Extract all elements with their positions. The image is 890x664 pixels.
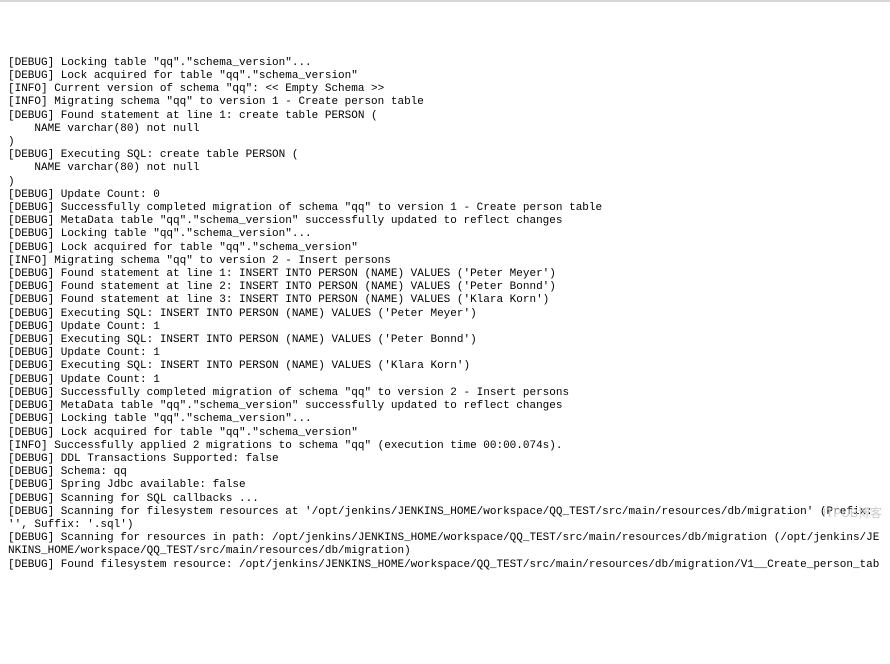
log-line: [DEBUG] MetaData table "qq"."schema_vers… bbox=[8, 215, 882, 228]
log-line: [DEBUG] Scanning for SQL callbacks ... bbox=[8, 493, 882, 506]
log-line: [DEBUG] Lock acquired for table "qq"."sc… bbox=[8, 427, 882, 440]
log-line: ) bbox=[8, 136, 882, 149]
log-line: [DEBUG] Update Count: 1 bbox=[8, 347, 882, 360]
log-line: [DEBUG] Found statement at line 3: INSER… bbox=[8, 294, 882, 307]
log-line: [DEBUG] DDL Transactions Supported: fals… bbox=[8, 453, 882, 466]
log-line: ) bbox=[8, 176, 882, 189]
log-line: [DEBUG] Locking table "qq"."schema_versi… bbox=[8, 57, 882, 70]
log-line: [DEBUG] Spring Jdbc available: false bbox=[8, 479, 882, 492]
log-line: NAME varchar(80) not null bbox=[8, 123, 882, 136]
log-line: [DEBUG] MetaData table "qq"."schema_vers… bbox=[8, 400, 882, 413]
log-line: [DEBUG] Executing SQL: INSERT INTO PERSO… bbox=[8, 360, 882, 373]
log-line: [DEBUG] Successfully completed migration… bbox=[8, 387, 882, 400]
log-output[interactable]: [DEBUG] Locking table "qq"."schema_versi… bbox=[8, 57, 882, 572]
log-line: [INFO] Successfully applied 2 migrations… bbox=[8, 440, 882, 453]
log-line: [DEBUG] Executing SQL: INSERT INTO PERSO… bbox=[8, 308, 882, 321]
log-line: [INFO] Current version of schema "qq": <… bbox=[8, 83, 882, 96]
log-line: [DEBUG] Found statement at line 1: creat… bbox=[8, 110, 882, 123]
log-line: [DEBUG] Successfully completed migration… bbox=[8, 202, 882, 215]
log-line: [DEBUG] Scanning for filesystem resource… bbox=[8, 506, 882, 532]
log-line: [DEBUG] Locking table "qq"."schema_versi… bbox=[8, 413, 882, 426]
log-line: [DEBUG] Lock acquired for table "qq"."sc… bbox=[8, 242, 882, 255]
log-line: [DEBUG] Update Count: 0 bbox=[8, 189, 882, 202]
log-line: [DEBUG] Scanning for resources in path: … bbox=[8, 532, 882, 558]
log-line: [INFO] Migrating schema "qq" to version … bbox=[8, 96, 882, 109]
log-line: NAME varchar(80) not null bbox=[8, 162, 882, 175]
log-line: [DEBUG] Update Count: 1 bbox=[8, 374, 882, 387]
log-line: [DEBUG] Found statement at line 2: INSER… bbox=[8, 281, 882, 294]
log-line: [DEBUG] Update Count: 1 bbox=[8, 321, 882, 334]
log-line: [DEBUG] Found filesystem resource: /opt/… bbox=[8, 559, 882, 572]
log-line: [DEBUG] Executing SQL: INSERT INTO PERSO… bbox=[8, 334, 882, 347]
log-line: [DEBUG] Schema: qq bbox=[8, 466, 882, 479]
log-line: [DEBUG] Found statement at line 1: INSER… bbox=[8, 268, 882, 281]
log-line: [DEBUG] Locking table "qq"."schema_versi… bbox=[8, 228, 882, 241]
log-line: [DEBUG] Lock acquired for table "qq"."sc… bbox=[8, 70, 882, 83]
log-line: [INFO] Migrating schema "qq" to version … bbox=[8, 255, 882, 268]
log-line: [DEBUG] Executing SQL: create table PERS… bbox=[8, 149, 882, 162]
